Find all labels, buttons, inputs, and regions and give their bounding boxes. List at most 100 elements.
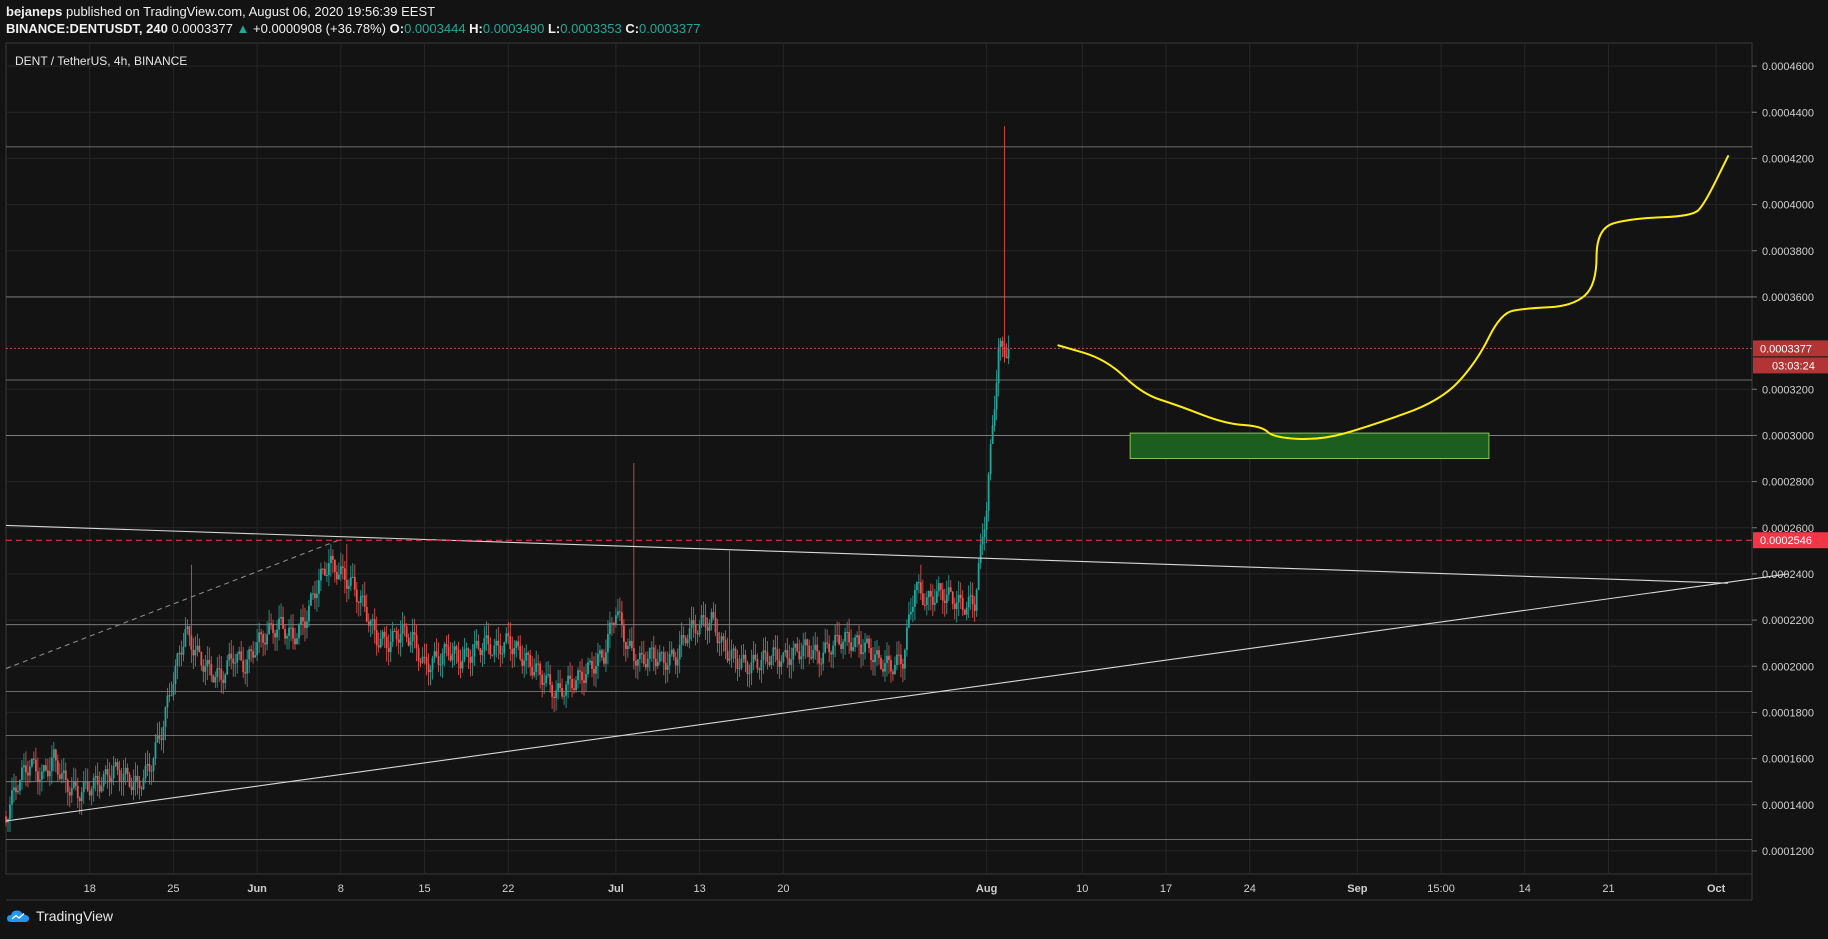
candle-body bbox=[977, 563, 980, 590]
candle-body bbox=[638, 652, 641, 660]
candle-body bbox=[421, 656, 424, 663]
candle-body bbox=[331, 555, 334, 560]
candle-body bbox=[477, 640, 480, 649]
candle-body bbox=[453, 646, 456, 654]
candle-body bbox=[840, 644, 843, 649]
candle-body bbox=[768, 661, 771, 665]
candle-body bbox=[786, 650, 789, 659]
candle-body bbox=[933, 602, 936, 605]
candle-body bbox=[798, 651, 801, 660]
candle-body bbox=[270, 623, 272, 625]
candle-body bbox=[467, 648, 470, 658]
candle-body bbox=[868, 638, 870, 649]
candle-body bbox=[260, 632, 263, 635]
candle-body bbox=[66, 779, 69, 792]
price-chart[interactable]: 0.0004600 0.0004400 0.0004200 0.0004000 0.00… bbox=[0, 0, 1828, 903]
candle-body bbox=[521, 659, 524, 666]
candle-body bbox=[210, 664, 213, 676]
candle-body bbox=[680, 635, 683, 645]
candle-body bbox=[632, 647, 635, 661]
candle-body bbox=[794, 643, 797, 648]
candle-body bbox=[585, 673, 587, 684]
x-tick-label: 20 bbox=[777, 883, 789, 895]
candle-body bbox=[995, 383, 998, 410]
candle-body bbox=[583, 680, 585, 684]
x-tick-label: 15:00 bbox=[1427, 883, 1455, 895]
candle-body bbox=[626, 645, 629, 650]
candle-body bbox=[738, 668, 741, 670]
candle-body bbox=[333, 559, 336, 573]
candle-body bbox=[884, 663, 886, 672]
candle-body bbox=[13, 787, 15, 791]
candle-body bbox=[124, 767, 127, 774]
candle-body bbox=[664, 662, 667, 670]
x-tick-label: Jun bbox=[247, 883, 267, 895]
candle-body bbox=[519, 646, 522, 660]
candle-body bbox=[941, 589, 944, 601]
candle-body bbox=[485, 635, 488, 639]
x-tick-label: 18 bbox=[84, 883, 96, 895]
candle-body bbox=[56, 760, 59, 775]
candle-body bbox=[262, 634, 265, 643]
candle-body bbox=[553, 696, 556, 699]
candle-body bbox=[379, 638, 382, 648]
candle-body bbox=[925, 597, 928, 606]
candle-body bbox=[503, 642, 506, 654]
candle-body bbox=[236, 654, 239, 663]
x-tick-label: 22 bbox=[502, 883, 514, 895]
candle-body bbox=[911, 606, 914, 612]
candle-body bbox=[166, 695, 169, 708]
candle-body bbox=[302, 617, 304, 622]
candle-body bbox=[322, 568, 324, 570]
candle-body bbox=[232, 658, 235, 664]
candle-body bbox=[939, 583, 942, 590]
candle-body bbox=[88, 790, 91, 796]
candle-body bbox=[371, 619, 374, 621]
candle-body bbox=[367, 621, 370, 626]
candle-body bbox=[134, 775, 137, 783]
candle-body bbox=[515, 641, 518, 649]
candle-body bbox=[902, 663, 904, 669]
candle-body bbox=[792, 647, 795, 660]
candle-body bbox=[846, 632, 849, 634]
candle-body bbox=[481, 650, 484, 656]
candle-body bbox=[860, 644, 862, 655]
tradingview-logo[interactable]: TradingView bbox=[6, 908, 113, 924]
candle-body bbox=[369, 620, 372, 626]
candle-body bbox=[214, 677, 217, 683]
candle-body bbox=[339, 566, 342, 575]
y-tick-label: 0.0003600 bbox=[1762, 292, 1814, 304]
cloud-icon bbox=[7, 910, 29, 922]
candle-body bbox=[630, 640, 633, 648]
candle-body bbox=[587, 662, 589, 674]
candle-body bbox=[722, 636, 725, 640]
candle-body bbox=[248, 649, 251, 660]
candle-body bbox=[872, 660, 874, 663]
candle-body bbox=[268, 623, 270, 635]
candle-body bbox=[808, 645, 811, 657]
candle-body bbox=[822, 652, 825, 664]
candle-body bbox=[455, 646, 458, 650]
candle-body bbox=[130, 786, 133, 791]
candle-body bbox=[654, 658, 657, 667]
candle-body bbox=[274, 633, 276, 638]
candle-body bbox=[298, 624, 300, 639]
candle-body bbox=[563, 695, 565, 697]
candle-body bbox=[294, 638, 296, 645]
candle-body bbox=[684, 637, 687, 644]
candle-body bbox=[216, 668, 219, 678]
candle-body bbox=[720, 636, 723, 642]
candle-body bbox=[314, 593, 316, 599]
candle-body bbox=[780, 661, 783, 668]
y-tick-label: 0.0002400 bbox=[1762, 569, 1814, 581]
candle-body bbox=[890, 660, 892, 672]
candle-body bbox=[565, 684, 567, 696]
candle-body bbox=[686, 639, 689, 644]
candle-body bbox=[603, 657, 605, 664]
candle-body bbox=[848, 632, 851, 643]
candle-body bbox=[730, 649, 733, 659]
candle-body bbox=[979, 544, 982, 564]
candle-body bbox=[985, 510, 988, 530]
candle-body bbox=[748, 673, 751, 675]
candle-body bbox=[850, 642, 852, 651]
